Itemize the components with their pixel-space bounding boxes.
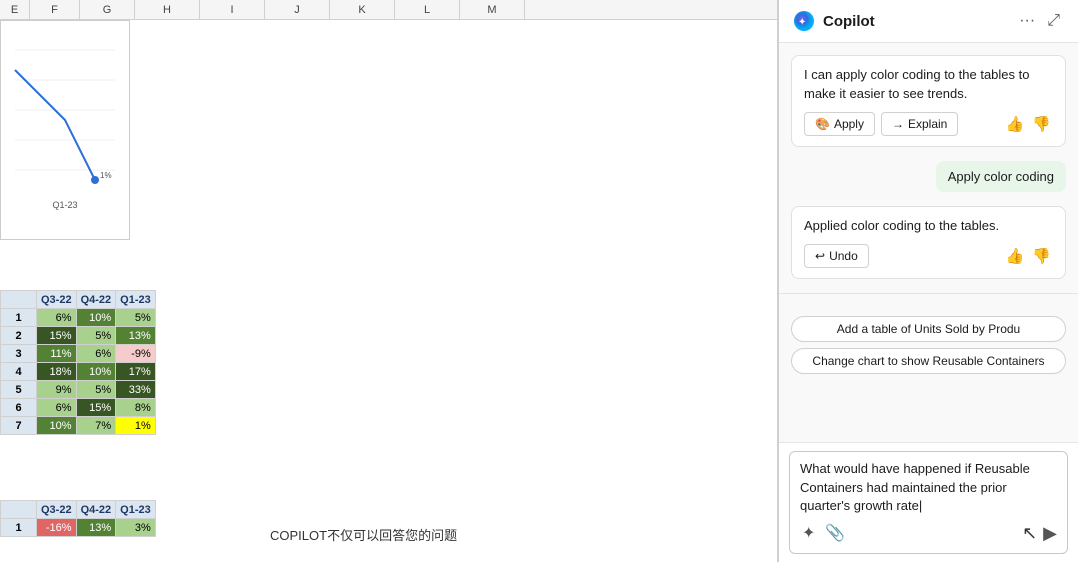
copilot-input-area: What would have happened if Reusable Con…: [779, 442, 1078, 562]
user-message-1-text: Apply color coding: [948, 169, 1054, 184]
assistant-message-1-text: I can apply color coding to the tables t…: [804, 67, 1029, 101]
suggestion-chip-2[interactable]: Change chart to show Reusable Containers: [791, 348, 1066, 374]
undo-icon: ↩: [815, 249, 825, 263]
attachment-icon-button[interactable]: 📎: [823, 521, 847, 545]
excel-subtitle: COPILOT不仅可以回答您的问题: [270, 525, 457, 544]
data-table-1: Q3-22Q4-22Q1-2316%10%5%215%5%13%311%6%-9…: [0, 290, 156, 435]
sparkle-icon-button[interactable]: ✦: [800, 521, 817, 545]
col-h: H: [135, 0, 200, 19]
apply-icon: 🎨: [815, 117, 830, 131]
copilot-logo-icon: ✦: [793, 10, 815, 32]
undo-button[interactable]: ↩ Undo: [804, 244, 869, 268]
copilot-title: Copilot: [823, 13, 1007, 30]
suggestion-chip-1[interactable]: Add a table of Units Sold by Produ: [791, 316, 1066, 342]
svg-text:1%: 1%: [100, 171, 112, 180]
col-k: K: [330, 0, 395, 19]
user-message-1: Apply color coding: [936, 161, 1066, 192]
chart-x-label: Q1-23: [5, 200, 125, 210]
svg-text:✦: ✦: [798, 17, 806, 28]
input-left-icons: ✦ 📎: [800, 521, 847, 545]
thumbs-up-button-2[interactable]: 👍: [1004, 245, 1027, 267]
line-chart: 1% Q1-23: [0, 20, 130, 240]
input-box[interactable]: What would have happened if Reusable Con…: [789, 451, 1068, 554]
messages-separator: [779, 293, 1078, 294]
chart-svg: 1%: [5, 25, 125, 195]
feedback-icons-2: 👍 👎: [1004, 245, 1053, 267]
assistant-message-1: I can apply color coding to the tables t…: [791, 55, 1066, 147]
copilot-more-button[interactable]: ···: [1015, 10, 1039, 32]
column-headers: E F G H I J K L M: [0, 0, 777, 20]
col-e: E: [0, 0, 30, 19]
col-f: F: [30, 0, 80, 19]
copilot-header: ✦ Copilot ··· ⤢: [779, 0, 1078, 43]
copilot-expand-button[interactable]: ⤢: [1043, 10, 1064, 32]
copilot-header-actions: ··· ⤢: [1015, 10, 1064, 32]
message-3-actions: ↩ Undo 👍 👎: [804, 244, 1053, 268]
explain-button[interactable]: → Explain: [881, 112, 958, 136]
excel-area: E F G H I J K L M 1% Q1-23 Q3-22Q4-22Q1-…: [0, 0, 778, 562]
thumbs-down-button-2[interactable]: 👎: [1030, 245, 1053, 267]
assistant-message-2: Applied color coding to the tables. ↩ Un…: [791, 206, 1066, 279]
feedback-icons-1: 👍 👎: [1004, 113, 1053, 135]
explain-icon: →: [892, 117, 904, 131]
input-toolbar: ✦ 📎 ↖ ▶: [800, 521, 1057, 545]
col-i: I: [200, 0, 265, 19]
col-m: M: [460, 0, 525, 19]
copilot-panel: ✦ Copilot ··· ⤢ I can apply color coding…: [778, 0, 1078, 562]
col-g: G: [80, 0, 135, 19]
send-button[interactable]: ▶: [1043, 523, 1057, 544]
apply-button[interactable]: 🎨 Apply: [804, 112, 875, 136]
thumbs-down-button-1[interactable]: 👎: [1030, 113, 1053, 135]
col-l: L: [395, 0, 460, 19]
cursor-icon: ↖: [1022, 523, 1037, 544]
thumbs-up-button-1[interactable]: 👍: [1004, 113, 1027, 135]
col-j: J: [265, 0, 330, 19]
message-1-actions: 🎨 Apply → Explain 👍 👎: [804, 112, 1053, 136]
suggestions-area: Add a table of Units Sold by Produ Chang…: [791, 308, 1066, 374]
copilot-messages: I can apply color coding to the tables t…: [779, 43, 1078, 442]
data-table-2: Q3-22Q4-22Q1-231-16%13%3%: [0, 500, 156, 537]
assistant-message-2-text: Applied color coding to the tables.: [804, 218, 999, 233]
input-text[interactable]: What would have happened if Reusable Con…: [800, 460, 1057, 515]
